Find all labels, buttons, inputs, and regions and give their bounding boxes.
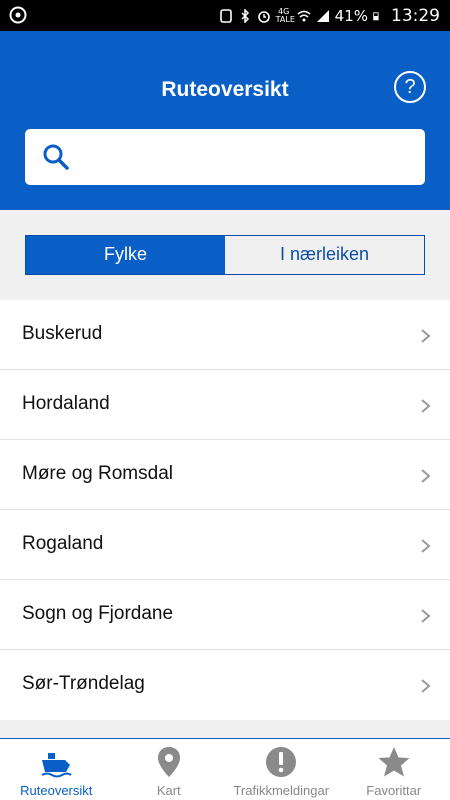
help-icon: ?: [404, 76, 416, 98]
county-list: Buskerud Hordaland Møre og Romsdal Rogal…: [0, 300, 450, 720]
chevron-right-icon: [421, 609, 431, 623]
list-item-label: Sør-Trøndelag: [22, 673, 145, 694]
network-type: 4G TALE: [275, 6, 295, 24]
list-item-rogaland[interactable]: Rogaland: [0, 510, 450, 580]
list-item-label: Sogn og Fjordane: [22, 603, 174, 624]
nav-tab-favorittar[interactable]: Favorittar: [338, 739, 450, 800]
nav-tab-kart[interactable]: Kart: [113, 739, 226, 800]
nav-tab-label: Ruteoversikt: [20, 783, 93, 798]
clock: 13:29: [391, 5, 440, 26]
chevron-right-icon: [421, 399, 431, 413]
nav-tab-label: Kart: [156, 783, 181, 798]
nav-tab-ruteoversikt[interactable]: Ruteoversikt: [0, 739, 113, 800]
list-item-label: Rogaland: [22, 533, 104, 554]
list-item-buskerud[interactable]: Buskerud: [0, 300, 450, 370]
status-bar: 4G TALE 41% 13:29: [0, 0, 450, 31]
help-button[interactable]: ?: [394, 71, 426, 103]
chevron-right-icon: [421, 329, 431, 343]
nav-tab-trafikkmeldingar[interactable]: Trafikkmeldingar: [225, 739, 338, 800]
search-box[interactable]: [25, 129, 425, 185]
bluetooth-icon: [241, 8, 249, 23]
chevron-right-icon: [421, 679, 431, 693]
segmented-control: Fylke I nærleiken: [25, 235, 425, 275]
chevron-right-icon: [421, 469, 431, 483]
tab-fylke[interactable]: Fylke: [26, 236, 225, 274]
app-notification-icon: [9, 6, 27, 24]
alert-icon: [266, 747, 297, 777]
star-icon: [378, 747, 410, 777]
nav-tab-label: Trafikkmeldingar: [233, 783, 330, 798]
list-item-more-og-romsdal[interactable]: Møre og Romsdal: [0, 440, 450, 510]
list-item-label: Hordaland: [22, 393, 110, 414]
list-item-sogn-og-fjordane[interactable]: Sogn og Fjordane: [0, 580, 450, 650]
search-input[interactable]: [85, 139, 405, 175]
header: Ruteoversikt ?: [0, 31, 450, 210]
page-title: Ruteoversikt: [161, 78, 289, 101]
alarm-icon: [257, 10, 270, 23]
signal-icon: [316, 9, 329, 22]
nav-tab-label: Favorittar: [366, 783, 422, 798]
list-item-hordaland[interactable]: Hordaland: [0, 370, 450, 440]
bottom-navigation: Ruteoversikt Kart Trafikkmeldingar Favor…: [0, 738, 450, 800]
battery-icon: [373, 11, 379, 20]
wifi-icon: [297, 10, 311, 21]
battery-percent: 41%: [334, 6, 368, 25]
map-pin-icon: [157, 747, 180, 777]
ferry-icon: [41, 753, 72, 778]
chevron-right-icon: [421, 539, 431, 553]
list-item-label: Buskerud: [22, 323, 103, 344]
list-item-label: Møre og Romsdal: [22, 463, 173, 484]
tab-i-naerleiken[interactable]: I nærleiken: [225, 236, 424, 274]
search-icon: [43, 144, 69, 170]
nfc-icon: [219, 8, 232, 23]
list-item-sor-trondelag[interactable]: Sør-Trøndelag: [0, 650, 450, 720]
